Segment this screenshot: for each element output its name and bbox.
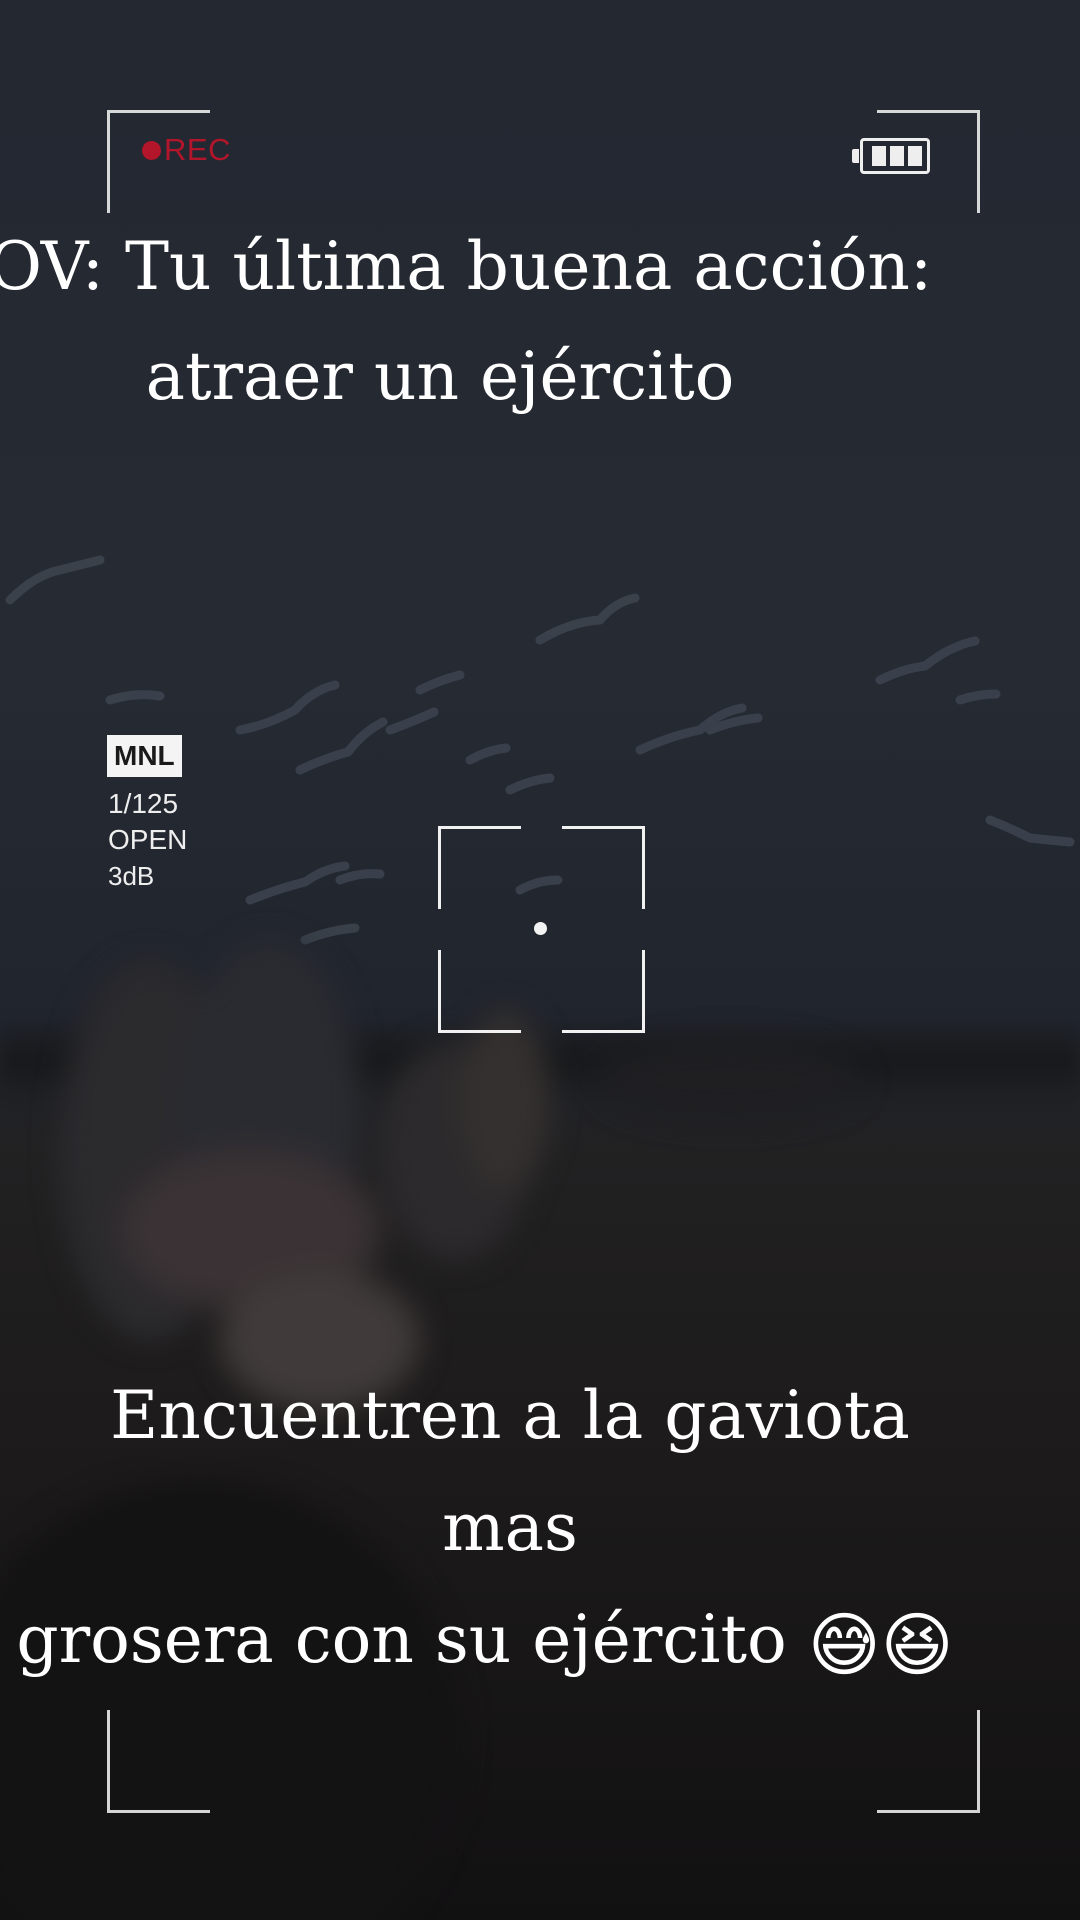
caption-line-2-wrap: grosera con su ejército 😅😆 [0, 1584, 980, 1701]
mode-badge: MNL [107, 735, 182, 777]
focus-point-icon [534, 922, 547, 935]
battery-icon [852, 138, 932, 178]
battery-cell [890, 146, 904, 166]
gain-value: 3dB [108, 861, 155, 891]
overlay-caption: Encuentren a la gaviota mas grosera con … [16, 1360, 980, 1701]
laughing-emoji-icon: 😅😆 [807, 1604, 954, 1686]
record-dot-icon [142, 140, 161, 160]
rec-label: REC [164, 132, 231, 167]
focus-corner-top-right [562, 826, 645, 909]
viewfinder-corner-bottom-right [877, 1710, 980, 1813]
aperture-value: OPEN [108, 824, 188, 855]
focus-corner-top-left [438, 826, 521, 909]
battery-tip [852, 149, 859, 163]
overlay-title: OV: Tu última buena acción: atraer un ej… [0, 212, 960, 432]
battery-body [860, 138, 930, 174]
focus-corner-bottom-left [438, 950, 521, 1033]
caption-line-2: grosera con su ejército [16, 1601, 787, 1678]
viewfinder-corner-bottom-left [107, 1710, 210, 1813]
caption-line-1: Encuentren a la gaviota mas [110, 1377, 910, 1566]
shutter-speed: 1/125 [108, 788, 179, 819]
focus-corner-bottom-right [562, 950, 645, 1033]
recording-indicator: REC [142, 132, 231, 168]
battery-cell [872, 146, 886, 166]
title-line-2: atraer un ejército [145, 338, 735, 415]
battery-cell [908, 146, 922, 166]
title-line-1: OV: Tu última buena acción: [0, 228, 933, 305]
